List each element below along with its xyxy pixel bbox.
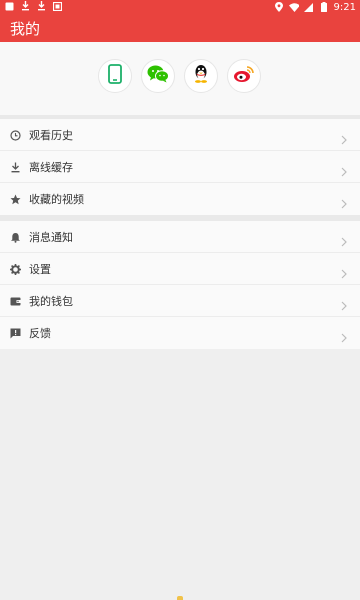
gear-icon <box>10 264 21 275</box>
history-clock-icon <box>10 130 21 141</box>
chevron-right-icon <box>340 296 348 311</box>
phone-icon <box>108 64 122 88</box>
menu-item-watch-history[interactable]: 观看历史 <box>0 119 360 151</box>
location-icon <box>274 2 284 12</box>
battery-icon <box>319 2 329 12</box>
wechat-login-button[interactable] <box>141 59 175 93</box>
download-icon <box>10 162 21 173</box>
chevron-right-icon <box>340 328 348 343</box>
menu-item-label: 我的钱包 <box>29 295 73 308</box>
chevron-right-icon <box>340 264 348 279</box>
bell-icon <box>10 232 21 243</box>
weibo-login-button[interactable] <box>227 59 261 93</box>
menu-item-wallet[interactable]: 我的钱包 <box>0 285 360 317</box>
chevron-right-icon <box>340 162 348 177</box>
status-bar: 9:21 <box>0 0 360 14</box>
star-icon <box>10 194 21 205</box>
menu-item-favorite-videos[interactable]: 收藏的视频 <box>0 183 360 215</box>
bottom-indicator <box>177 596 183 600</box>
qq-penguin-icon <box>192 64 210 88</box>
feedback-icon <box>10 328 21 339</box>
signal-icon <box>304 2 314 12</box>
status-time: 9:21 <box>333 1 356 13</box>
gallery-icon <box>52 1 62 11</box>
menu-section-media: 观看历史 离线缓存 收藏的视频 <box>0 119 360 215</box>
menu-item-label: 观看历史 <box>29 129 73 142</box>
wallet-icon <box>10 296 21 307</box>
menu-item-label: 消息通知 <box>29 231 73 244</box>
login-options <box>0 42 360 115</box>
menu-item-offline-cache[interactable]: 离线缓存 <box>0 151 360 183</box>
chevron-right-icon <box>340 194 348 209</box>
menu-item-feedback[interactable]: 反馈 <box>0 317 360 349</box>
menu-item-label: 设置 <box>29 263 51 276</box>
app-bar: 我的 <box>0 14 360 42</box>
menu-item-label: 反馈 <box>29 327 51 340</box>
chevron-right-icon <box>340 130 348 145</box>
wifi-icon <box>288 2 299 12</box>
menu-item-settings[interactable]: 设置 <box>0 253 360 285</box>
menu-item-notifications[interactable]: 消息通知 <box>0 221 360 253</box>
menu-item-label: 离线缓存 <box>29 161 73 174</box>
wechat-icon <box>147 65 169 87</box>
weibo-icon <box>233 65 255 87</box>
notification-square-icon <box>4 1 14 11</box>
menu-section-account: 消息通知 设置 我的钱包 反馈 <box>0 221 360 349</box>
download-icon <box>20 1 30 11</box>
qq-login-button[interactable] <box>184 59 218 93</box>
download-icon <box>36 1 46 11</box>
page-title: 我的 <box>10 20 41 38</box>
menu-item-label: 收藏的视频 <box>29 193 84 206</box>
phone-login-button[interactable] <box>98 59 132 93</box>
chevron-right-icon <box>340 232 348 247</box>
